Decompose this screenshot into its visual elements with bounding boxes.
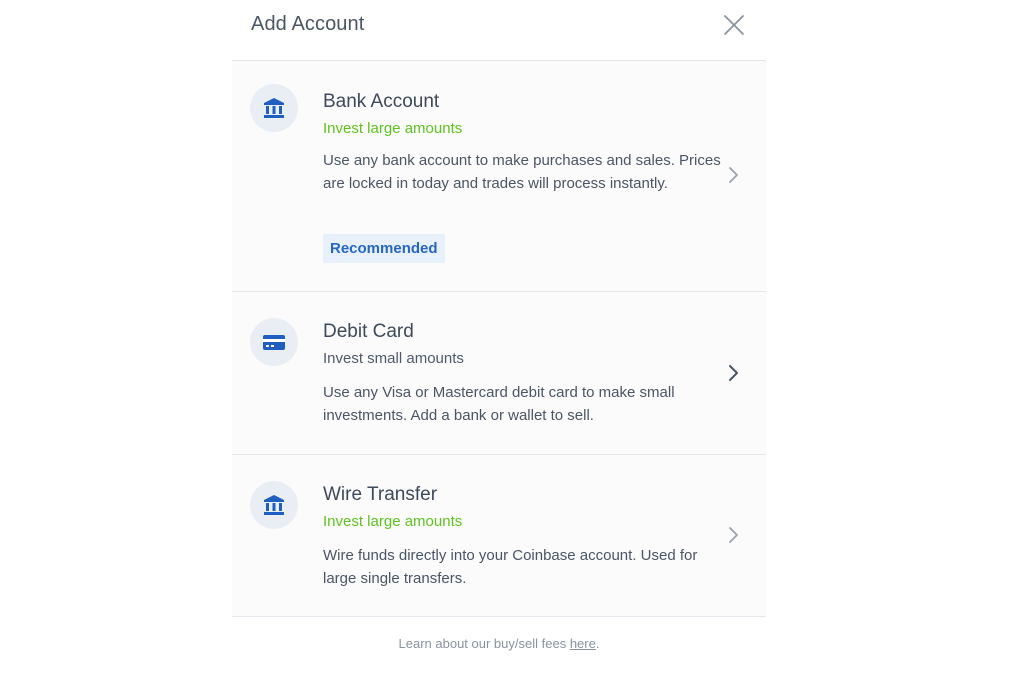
- option-description: Use any bank account to make purchases a…: [323, 152, 721, 192]
- option-title: Bank Account: [323, 91, 440, 112]
- chevron-right-icon: [727, 525, 741, 545]
- option-subtitle: Invest small amounts: [323, 350, 464, 367]
- fees-link[interactable]: here: [570, 636, 596, 651]
- fees-footer: Learn about our buy/sell fees here.: [232, 636, 766, 651]
- close-icon[interactable]: [722, 13, 746, 37]
- option-title: Debit Card: [323, 321, 414, 342]
- add-account-modal: Add Account Bank Account Invest large am…: [232, 0, 766, 678]
- option-wire-transfer[interactable]: Wire Transfer Invest large amounts Wire …: [232, 455, 766, 617]
- chevron-right-icon: [727, 165, 741, 185]
- option-subtitle: Invest large amounts: [323, 513, 463, 530]
- option-bank-account[interactable]: Bank Account Invest large amounts Use an…: [232, 61, 766, 292]
- footer-text: Learn about our buy/sell fees: [398, 636, 570, 651]
- option-debit-card[interactable]: Debit Card Invest small amounts Use any …: [232, 292, 766, 455]
- footer-suffix: .: [595, 636, 600, 651]
- bank-icon: [250, 84, 298, 132]
- modal-header: Add Account: [232, 0, 766, 61]
- credit-card-icon: [250, 318, 298, 366]
- recommended-badge: Recommended: [323, 234, 445, 263]
- option-title: Wire Transfer: [323, 484, 438, 505]
- option-subtitle: Invest large amounts: [323, 120, 463, 137]
- option-description: Wire funds directly into your Coinbase a…: [323, 547, 698, 587]
- bank-icon: [250, 481, 298, 529]
- modal-title: Add Account: [251, 13, 365, 35]
- option-description: Use any Visa or Mastercard debit card to…: [323, 384, 675, 424]
- chevron-right-icon: [727, 363, 741, 383]
